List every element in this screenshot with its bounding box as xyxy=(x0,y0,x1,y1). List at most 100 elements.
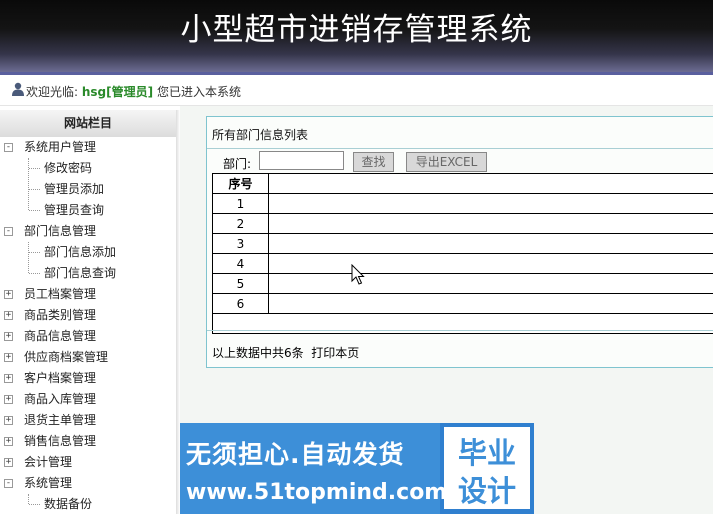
row-index: 1 xyxy=(213,194,269,214)
dept-table: 序号 1 2 3 4 5 6 xyxy=(212,173,713,334)
print-page-link[interactable]: 打印本页 xyxy=(311,346,359,360)
ad-badge-line2: 设计 xyxy=(444,468,530,510)
expand-icon[interactable]: + xyxy=(4,458,13,467)
sidebar-item-dept-management[interactable]: - 部门信息管理 xyxy=(0,221,176,242)
table-row[interactable]: 5 xyxy=(213,274,713,294)
expand-icon[interactable]: + xyxy=(4,353,13,362)
sidebar-title: 网站栏目 xyxy=(0,110,176,137)
table-row[interactable]: 6 xyxy=(213,294,713,314)
expand-icon[interactable]: + xyxy=(4,416,13,425)
sidebar-item-add-admin[interactable]: 管理员添加 xyxy=(0,179,176,200)
tree-branch xyxy=(29,252,40,253)
welcome-bar: 欢迎光临: hsg[管理员] 您已进入本系统 xyxy=(0,75,713,106)
sidebar-item-returns[interactable]: + 退货主单管理 xyxy=(0,410,176,431)
tree-branch xyxy=(29,504,40,505)
expand-icon[interactable]: + xyxy=(4,332,13,341)
sidebar-item-label: 部门信息管理 xyxy=(24,221,96,242)
row-cell xyxy=(269,294,713,314)
sidebar-item-query-admin[interactable]: 管理员查询 xyxy=(0,200,176,221)
expand-icon[interactable]: + xyxy=(4,311,13,320)
sidebar-item-stock-in[interactable]: + 商品入库管理 xyxy=(0,389,176,410)
row-index: 5 xyxy=(213,274,269,294)
ad-url: www.51topmind.com xyxy=(186,480,447,505)
search-button[interactable]: 查找 xyxy=(353,152,394,172)
sidebar-item-label: 管理员查询 xyxy=(44,200,104,221)
row-index: 3 xyxy=(213,234,269,254)
panel-footer: 以上数据中共6条 打印本页 xyxy=(212,344,359,361)
collapse-icon[interactable]: - xyxy=(4,227,13,236)
ad-badge: 毕业 设计 xyxy=(444,427,530,509)
sidebar-item-label: 部门信息添加 xyxy=(44,242,116,263)
tree-branch xyxy=(29,189,40,190)
welcome-suffix: 您已进入本系统 xyxy=(157,85,241,99)
mouse-cursor-icon xyxy=(351,264,365,286)
sidebar-item-label: 系统用户管理 xyxy=(24,137,96,158)
expand-icon[interactable]: + xyxy=(4,395,13,404)
ad-banner[interactable]: 无须担心.自动发货 www.51topmind.com 毕业 设计 xyxy=(180,423,534,514)
ad-badge-line1: 毕业 xyxy=(444,430,530,472)
expand-icon[interactable]: + xyxy=(4,290,13,299)
dept-list-panel: 所有部门信息列表 部门: 查找 导出EXCEL 序号 1 2 3 4 5 6 以… xyxy=(206,116,713,368)
row-cell xyxy=(269,214,713,234)
column-header-blank xyxy=(269,174,713,194)
sidebar-item-label: 会计管理 xyxy=(24,452,72,473)
header-banner: 小型超市进销存管理系统 xyxy=(0,0,713,72)
expand-icon[interactable]: + xyxy=(4,374,13,383)
sidebar-item-label: 系统管理 xyxy=(24,473,72,494)
tree-branch xyxy=(29,168,40,169)
record-count: 以上数据中共6条 xyxy=(212,346,304,360)
panel-divider xyxy=(207,148,713,149)
collapse-icon[interactable]: - xyxy=(4,143,13,152)
sidebar-item-label: 修改密码 xyxy=(44,158,92,179)
dept-search-input[interactable] xyxy=(259,151,344,170)
welcome-text: 欢迎光临: hsg[管理员] 您已进入本系统 xyxy=(26,83,241,100)
tree-branch xyxy=(29,210,40,211)
sidebar: 网站栏目 - 系统用户管理 修改密码 管理员添加 管理员查询 - 部门信息管理 … xyxy=(0,110,176,514)
row-index: 2 xyxy=(213,214,269,234)
sidebar-item-query-dept[interactable]: 部门信息查询 xyxy=(0,263,176,284)
row-cell xyxy=(269,274,713,294)
row-index: 6 xyxy=(213,294,269,314)
sidebar-item-label: 客户档案管理 xyxy=(24,368,96,389)
table-row[interactable]: 4 xyxy=(213,254,713,274)
table-row[interactable]: 3 xyxy=(213,234,713,254)
sidebar-item-label: 数据备份 xyxy=(44,494,92,515)
row-index: 4 xyxy=(213,254,269,274)
sidebar-item-change-password[interactable]: 修改密码 xyxy=(0,158,176,179)
sidebar-item-user-management[interactable]: - 系统用户管理 xyxy=(0,137,176,158)
expand-icon[interactable]: + xyxy=(4,437,13,446)
sidebar-item-label: 退货主单管理 xyxy=(24,410,96,431)
ad-slogan: 无须担心.自动发货 xyxy=(186,435,405,471)
sidebar-item-accounting[interactable]: + 会计管理 xyxy=(0,452,176,473)
sidebar-item-label: 商品类别管理 xyxy=(24,305,96,326)
panel-title: 所有部门信息列表 xyxy=(212,126,308,143)
sidebar-item-sales[interactable]: + 销售信息管理 xyxy=(0,431,176,452)
table-row[interactable]: 1 xyxy=(213,194,713,214)
panel-divider xyxy=(207,330,713,331)
table-row[interactable]: 2 xyxy=(213,214,713,234)
sidebar-item-label: 商品信息管理 xyxy=(24,326,96,347)
current-user: hsg[管理员] xyxy=(82,85,153,99)
column-header-index: 序号 xyxy=(213,174,269,194)
system-title: 小型超市进销存管理系统 xyxy=(0,4,713,49)
sidebar-item-label: 员工档案管理 xyxy=(24,284,96,305)
sidebar-item-supplier[interactable]: + 供应商档案管理 xyxy=(0,347,176,368)
user-icon xyxy=(11,81,25,97)
dept-search-label: 部门: xyxy=(223,155,251,172)
tree-branch xyxy=(29,273,40,274)
sidebar-item-product-category[interactable]: + 商品类别管理 xyxy=(0,305,176,326)
ad-left-panel: 无须担心.自动发货 www.51topmind.com xyxy=(180,423,440,514)
welcome-prefix: 欢迎光临: xyxy=(26,85,78,99)
collapse-icon[interactable]: - xyxy=(4,479,13,488)
sidebar-item-label: 部门信息查询 xyxy=(44,263,116,284)
sidebar-item-system[interactable]: - 系统管理 xyxy=(0,473,176,494)
export-excel-button[interactable]: 导出EXCEL xyxy=(406,152,487,172)
sidebar-item-add-dept[interactable]: 部门信息添加 xyxy=(0,242,176,263)
sidebar-item-product-info[interactable]: + 商品信息管理 xyxy=(0,326,176,347)
row-cell xyxy=(269,234,713,254)
sidebar-item-data-backup[interactable]: 数据备份 xyxy=(0,494,176,515)
row-cell xyxy=(269,194,713,214)
sidebar-item-customer[interactable]: + 客户档案管理 xyxy=(0,368,176,389)
table-header-row: 序号 xyxy=(213,174,713,194)
sidebar-item-employee[interactable]: + 员工档案管理 xyxy=(0,284,176,305)
